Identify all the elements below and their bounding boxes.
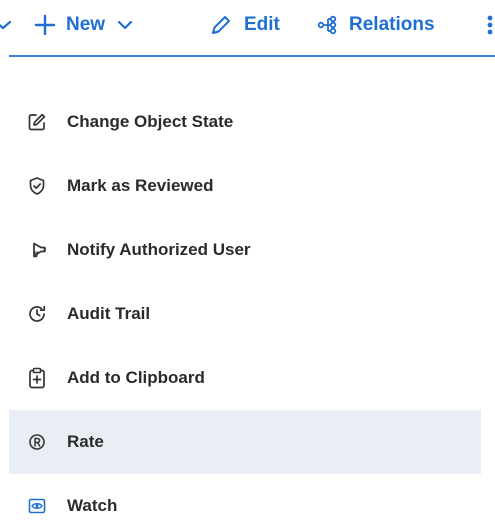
pencil-icon (212, 16, 230, 34)
new-button[interactable]: New (34, 6, 133, 44)
eye-box-icon (26, 495, 48, 517)
chevron-down-icon (0, 20, 12, 30)
menu-item-rate[interactable]: Rate (9, 410, 481, 474)
menu-item-change-object-state[interactable]: Change Object State (9, 90, 481, 154)
menu-item-mark-as-reviewed[interactable]: Mark as Reviewed (9, 154, 481, 218)
new-button-label: New (66, 14, 106, 35)
chevron-down-icon (117, 20, 133, 30)
action-toolbar: New Edit Relations (0, 0, 495, 57)
menu-item-watch[interactable]: Watch (9, 474, 481, 531)
menu-item-label: Notify Authorized User (67, 240, 251, 259)
clipboard-plus-icon (26, 367, 48, 389)
menu-item-notify-authorized-user[interactable]: Notify Authorized User (9, 218, 481, 282)
page: New Edit Relations Change Object State M… (0, 0, 495, 531)
registered-circle-icon (26, 431, 48, 453)
more-vertical-icon (487, 15, 493, 35)
edit-square-icon (26, 111, 48, 133)
relations-button[interactable]: Relations (317, 6, 435, 44)
shield-check-icon (26, 175, 48, 197)
plus-icon (34, 14, 56, 36)
edit-button[interactable]: Edit (210, 6, 280, 44)
relations-button-label: Relations (349, 14, 435, 35)
menu-item-label: Audit Trail (67, 304, 151, 323)
menu-item-add-to-clipboard[interactable]: Add to Clipboard (9, 346, 481, 410)
toolbar-divider (9, 55, 495, 57)
history-icon (26, 303, 48, 325)
relations-tree-icon (317, 15, 337, 35)
previous-menu-chevron[interactable] (0, 6, 20, 44)
more-options-button[interactable] (484, 6, 495, 44)
edit-button-label: Edit (244, 14, 280, 35)
menu-item-label: Add to Clipboard (67, 368, 205, 387)
menu-item-label: Mark as Reviewed (67, 176, 214, 195)
menu-item-audit-trail[interactable]: Audit Trail (9, 282, 481, 346)
megaphone-icon (26, 239, 48, 261)
menu-item-label: Watch (67, 496, 118, 515)
menu-item-label: Change Object State (67, 112, 234, 131)
menu-item-label: Rate (67, 432, 104, 451)
